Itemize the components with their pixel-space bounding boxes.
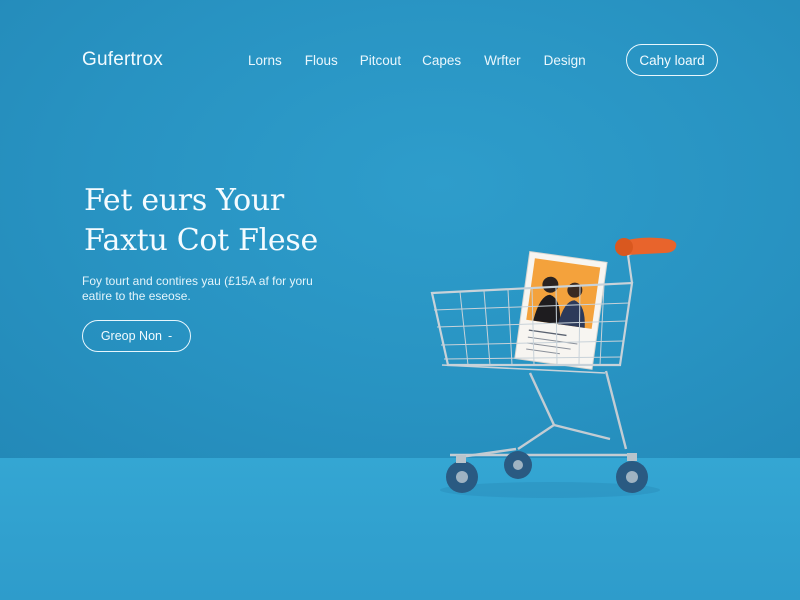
hero-cta-label: Greop Non <box>100 329 162 343</box>
hero-cta-button[interactable]: Greop Non - <box>82 320 191 352</box>
nav-item-6[interactable]: Design <box>544 53 586 68</box>
nav-item-2[interactable]: Flous <box>305 53 338 68</box>
site-logo[interactable]: Gufertrox <box>82 49 163 71</box>
photo-card <box>514 250 608 370</box>
nav-item-4[interactable]: Capes <box>422 53 461 68</box>
hero-title-line-1: Fet eurs Your <box>84 183 284 218</box>
arrow-icon: - <box>167 329 173 343</box>
shopping-cart-illustration <box>430 237 677 498</box>
nav-item-1[interactable]: Lorns <box>248 53 282 68</box>
hero-subtitle-line-1: Foy tourt and contires yau (£15A af for … <box>82 274 313 288</box>
nav-item-5[interactable]: Wrfter <box>484 53 521 68</box>
hero-title: Fet eurs Your Faxtu Cot Flese <box>84 181 318 261</box>
cart-handle <box>615 237 677 284</box>
main-nav: Lorns Flous Pitcout Capes Wrfter Design <box>248 53 586 68</box>
hero-title-line-2: Faxtu Cot Flese <box>84 223 318 258</box>
hero-subtitle: Foy tourt and contires yau (£15A af for … <box>82 274 342 303</box>
header-cta-button[interactable]: Cahy loard <box>626 44 718 76</box>
cart-frame <box>450 370 632 459</box>
nav-item-3[interactable]: Pitcout <box>360 53 401 68</box>
hero-subtitle-line-2: eatire to the eseose. <box>82 288 191 303</box>
